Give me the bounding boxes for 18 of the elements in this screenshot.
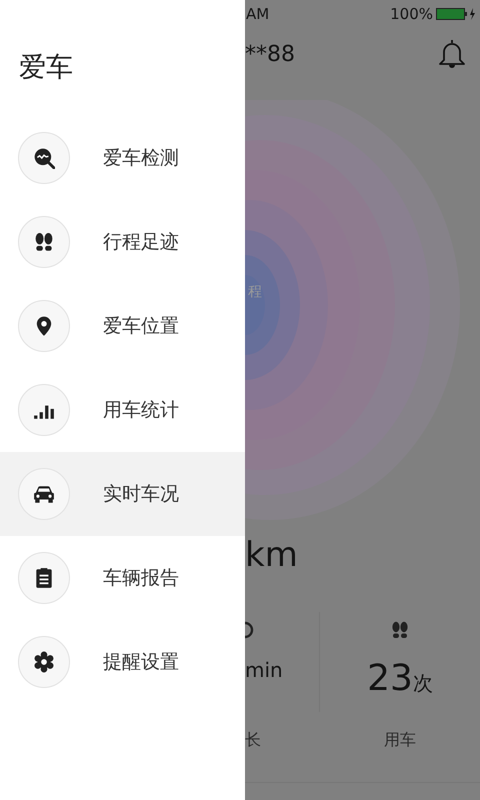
distance-unit: km [245, 534, 299, 577]
footprints-icon [33, 231, 55, 253]
status-time: AM [246, 5, 270, 23]
stat-unit: min [245, 658, 283, 682]
chart-label: 程 [248, 283, 262, 301]
vehicle-plate: **88 [245, 42, 295, 66]
stat-label: 长 [245, 730, 261, 751]
gear-icon [33, 651, 55, 673]
battery-charging-icon [436, 7, 476, 21]
stat-label: 用车 [384, 730, 416, 751]
search-chart-icon [33, 147, 55, 169]
bell-icon[interactable] [438, 38, 466, 70]
footprints-icon [390, 620, 410, 640]
battery-percent: 100% [390, 5, 433, 23]
drawer-menu-item[interactable]: 实时车况 [0, 452, 245, 536]
stat-unit: 次 [412, 670, 433, 697]
drawer-title: 爱车 [19, 51, 73, 85]
stat-value: 23 [367, 658, 413, 699]
